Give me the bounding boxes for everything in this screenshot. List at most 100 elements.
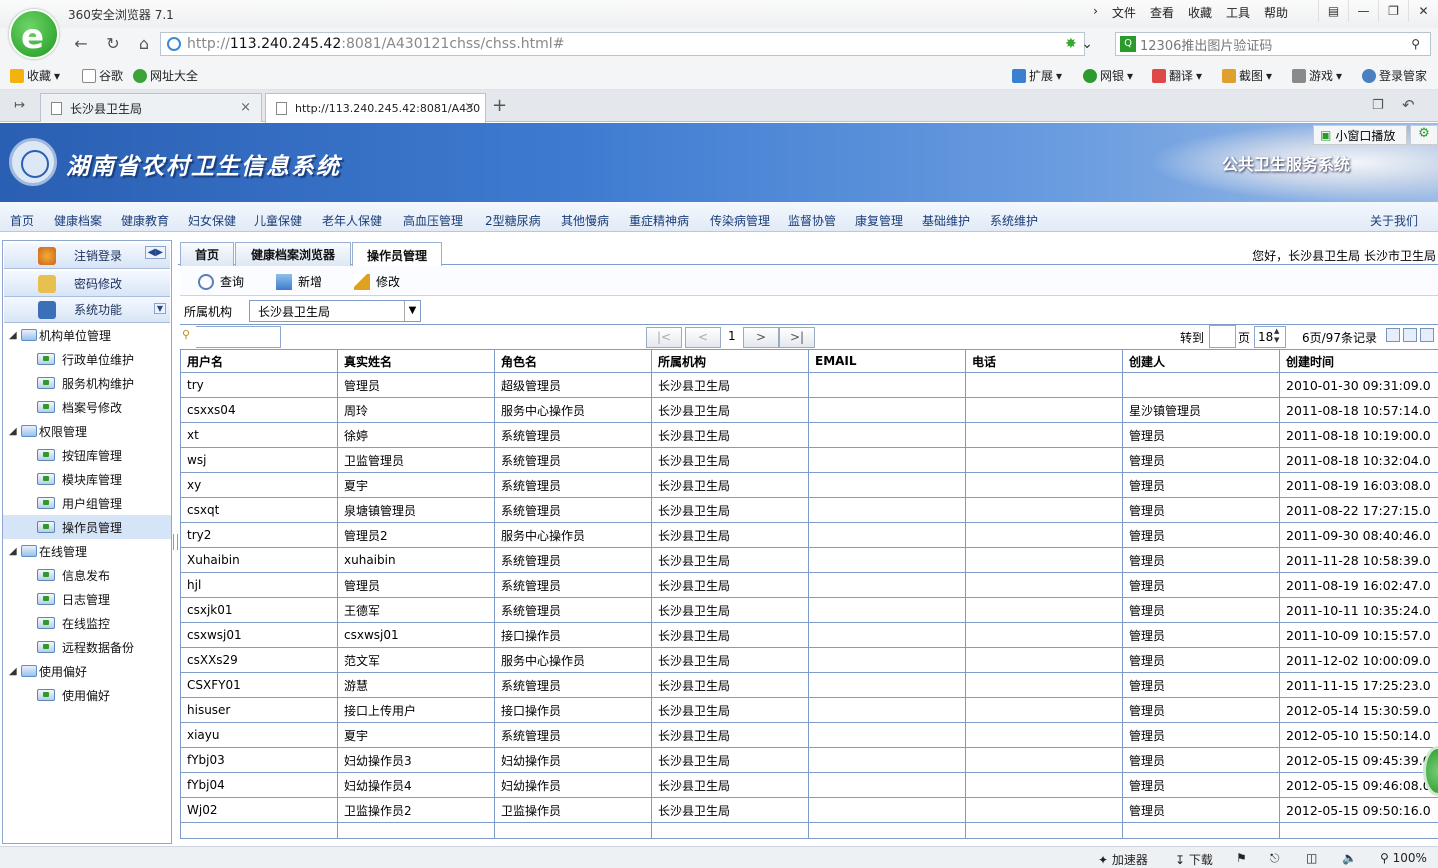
translate-button[interactable]: 翻译 ▾ xyxy=(1152,67,1202,84)
prev-page-button[interactable]: < xyxy=(685,327,721,348)
column-header[interactable]: 创建人 xyxy=(1122,349,1280,373)
tree-item[interactable]: 操作员管理 xyxy=(3,515,171,539)
column-header[interactable]: 用户名 xyxy=(180,349,338,373)
browser-logo[interactable]: e xyxy=(9,9,59,59)
nav-hypertension[interactable]: 高血压管理 xyxy=(403,212,463,229)
compat-mode-icon[interactable]: ✸ ⌄ xyxy=(1065,36,1093,52)
stepper-arrows-icon[interactable]: ▲ ▼ xyxy=(1274,327,1279,345)
nav-home[interactable]: 首页 xyxy=(10,212,34,229)
nav-chronic[interactable]: 其他慢病 xyxy=(561,212,609,229)
nav-basic-maintenance[interactable]: 基础维护 xyxy=(922,212,970,229)
collapse-toggle-icon[interactable]: ◢ xyxy=(9,426,19,437)
dropdown-arrow-icon[interactable]: ▼ xyxy=(404,301,420,321)
tab-changsha[interactable]: 长沙县卫生局 × xyxy=(40,93,262,122)
tree-group[interactable]: ◢ 权限管理 xyxy=(3,419,171,443)
collapse-panel-icon[interactable]: ◀▶ xyxy=(144,246,166,259)
table-row[interactable]: csxxs04 周玲 服务中心操作员 长沙县卫生局 星沙镇管理员 2011-08-18 1… xyxy=(180,397,1438,423)
system-functions-header[interactable]: 系统功能 ▼ xyxy=(4,297,170,323)
add-button[interactable]: 新增 xyxy=(276,273,322,290)
minimize-button[interactable]: — xyxy=(1348,0,1378,22)
table-row[interactable]: Wj02 卫监操作员2 卫监操作员 长沙县卫生局 管理员 2012-05-15 09:50… xyxy=(180,797,1438,823)
table-row[interactable]: csxwsj01 csxwsj01 接口操作员 长沙县卫生局 管理员 2011-10-09… xyxy=(180,622,1438,648)
page-size-stepper[interactable]: 18 xyxy=(1254,326,1286,348)
nav-mental[interactable]: 重症精神病 xyxy=(629,212,689,229)
tree-item[interactable]: 用户组管理 xyxy=(3,491,171,515)
table-row[interactable]: fYbj03 妇幼操作员3 妇幼操作员 长沙县卫生局 管理员 2012-05-15 09:… xyxy=(180,747,1438,773)
nav-health-education[interactable]: 健康教育 xyxy=(121,212,169,229)
menu-favorites[interactable]: 收藏 xyxy=(1188,4,1212,21)
tree-item[interactable]: 服务机构维护 xyxy=(3,371,171,395)
close-tab-icon[interactable]: × xyxy=(240,100,251,115)
tab-record-browser[interactable]: 健康档案浏览器 xyxy=(235,242,351,266)
accelerator-button[interactable]: ✦ 加速器 xyxy=(1098,851,1148,868)
first-page-button[interactable]: |< xyxy=(646,327,682,348)
edit-button[interactable]: 修改 xyxy=(354,273,400,290)
search-input[interactable]: 12306推出图片验证码 xyxy=(1140,35,1272,54)
bookmark-sites[interactable]: 网址大全 xyxy=(133,67,198,84)
sidebar-toggle-icon[interactable]: ↦ xyxy=(14,98,25,113)
tree-item[interactable]: 远程数据备份 xyxy=(3,635,171,659)
table-row[interactable]: xt 徐婷 系统管理员 长沙县卫生局 管理员 2011-08-18 10:19:00.0 xyxy=(180,422,1438,448)
quick-search-input[interactable] xyxy=(196,326,281,348)
nav-health-records[interactable]: 健康档案 xyxy=(54,212,102,229)
nav-about[interactable]: 关于我们 xyxy=(1370,212,1418,229)
search-icon[interactable]: ⚲ xyxy=(1411,37,1420,51)
refresh-button[interactable]: ↻ xyxy=(102,34,124,54)
tree-group[interactable]: ◢ 在线管理 xyxy=(3,539,171,563)
home-button[interactable]: ⌂ xyxy=(133,34,155,54)
close-button[interactable]: ✕ xyxy=(1408,0,1438,22)
nav-infectious[interactable]: 传染病管理 xyxy=(710,212,770,229)
download-button[interactable]: ↧ 下载 xyxy=(1175,851,1213,868)
bookmark-google[interactable]: 谷歌 xyxy=(82,67,123,84)
column-header[interactable]: 所属机构 xyxy=(651,349,809,373)
table-row[interactable]: fYbj04 妇幼操作员4 妇幼操作员 长沙县卫生局 管理员 2012-05-15 09:… xyxy=(180,772,1438,798)
zoom-control[interactable]: ⚲ 100% xyxy=(1380,851,1427,865)
column-header[interactable]: 电话 xyxy=(965,349,1123,373)
tree-item[interactable]: 行政单位维护 xyxy=(3,347,171,371)
logout-button[interactable]: 注销登录 ◀▶ xyxy=(4,243,170,269)
menu-help[interactable]: 帮助 xyxy=(1264,4,1288,21)
table-row[interactable]: csxqt 泉塘镇管理员 系统管理员 长沙县卫生局 管理员 2011-08-22 17:2… xyxy=(180,497,1438,523)
org-filter-select[interactable]: 长沙县卫生局 ▼ xyxy=(249,300,421,322)
tree-group[interactable]: ◢ 机构单位管理 xyxy=(3,323,171,347)
column-header[interactable]: 创建时间 xyxy=(1279,349,1438,373)
login-manager-button[interactable]: 登录管家 xyxy=(1362,67,1427,84)
column-header[interactable]: 角色名 xyxy=(494,349,652,373)
tab-active[interactable]: http://113.240.245.42:8081/A430 × xyxy=(265,93,486,123)
mini-window-play-button[interactable]: ▣ 小窗口播放 xyxy=(1313,125,1407,145)
address-bar[interactable]: http://113.240.245.42:8081/A430121chss/c… xyxy=(160,32,1085,56)
export-excel-icon[interactable] xyxy=(1386,328,1400,342)
restore-tabs-icon[interactable]: ❐ xyxy=(1372,98,1384,113)
column-header[interactable]: EMAIL xyxy=(808,349,966,373)
nav-women-health[interactable]: 妇女保健 xyxy=(188,212,236,229)
new-tab-button[interactable]: + xyxy=(492,95,507,116)
nav-diabetes[interactable]: 2型糖尿病 xyxy=(485,212,541,229)
nav-elderly-health[interactable]: 老年人保健 xyxy=(322,212,382,229)
table-row[interactable]: hjl 管理员 系统管理员 长沙县卫生局 管理员 2011-08-19 16:02:47.… xyxy=(180,572,1438,598)
tree-item[interactable]: 信息发布 xyxy=(3,563,171,587)
tree-item[interactable]: 日志管理 xyxy=(3,587,171,611)
tree-item[interactable]: 在线监控 xyxy=(3,611,171,635)
goto-page-input[interactable] xyxy=(1209,325,1236,348)
tree-item[interactable]: 使用偏好 xyxy=(3,683,171,707)
table-row[interactable]: xiayu 夏宇 系统管理员 长沙县卫生局 管理员 2012-05-10 15:50:14… xyxy=(180,722,1438,748)
table-row[interactable]: try2 管理员2 服务中心操作员 长沙县卫生局 管理员 2011-09-30 08:40… xyxy=(180,522,1438,548)
print-icon[interactable] xyxy=(1403,328,1417,342)
tab-home[interactable]: 首页 xyxy=(180,242,234,266)
menu-view[interactable]: 查看 xyxy=(1150,4,1174,21)
menu-file[interactable]: 文件 xyxy=(1112,4,1136,21)
bank-button[interactable]: 网银 ▾ xyxy=(1083,67,1133,84)
collapse-toggle-icon[interactable]: ◢ xyxy=(9,666,19,677)
close-tab-icon[interactable]: × xyxy=(464,100,475,115)
table-row[interactable]: xy 夏宇 系统管理员 长沙县卫生局 管理员 2011-08-19 16:03:08.0 xyxy=(180,472,1438,498)
search-box[interactable]: Q 12306推出图片验证码 ⚲ xyxy=(1115,32,1431,56)
last-page-button[interactable]: >| xyxy=(779,327,815,348)
expand-chevron-icon[interactable]: ▼ xyxy=(153,303,166,314)
tab-operator-management[interactable]: 操作员管理 xyxy=(352,242,442,267)
favorites-button[interactable]: 收藏 ▾ xyxy=(10,67,60,84)
screenshot-button[interactable]: 截图 ▾ xyxy=(1222,67,1272,84)
next-page-button[interactable]: > xyxy=(743,327,779,348)
table-row[interactable]: csXXs29 范文军 服务中心操作员 长沙县卫生局 管理员 2011-12-02 10:… xyxy=(180,647,1438,673)
menu-prev-icon[interactable]: › xyxy=(1093,4,1098,21)
tree-item[interactable]: 模块库管理 xyxy=(3,467,171,491)
